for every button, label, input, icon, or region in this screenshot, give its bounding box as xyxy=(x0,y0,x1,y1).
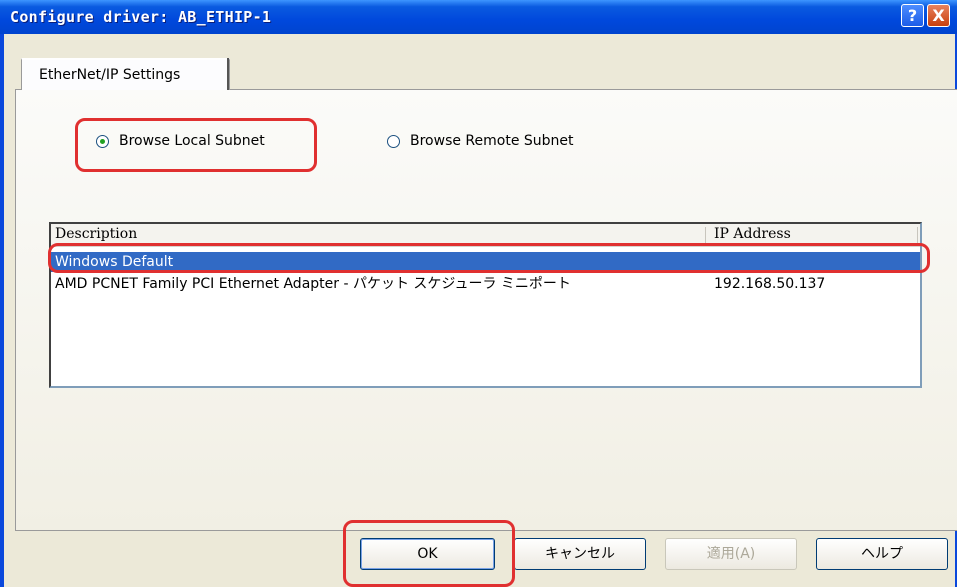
tab-divider xyxy=(227,58,229,90)
column-header-ip-address[interactable]: IP Address xyxy=(714,226,791,242)
radio-label-remote-subnet: Browse Remote Subnet xyxy=(410,133,574,149)
configure-driver-dialog: Configure driver: AB_ETHIP-1 ? X EtherNe… xyxy=(0,0,957,587)
radio-browse-remote-subnet[interactable]: Browse Remote Subnet xyxy=(387,133,574,149)
annotation-highlight-windows-default xyxy=(48,243,930,273)
list-item-amd-pcnet[interactable]: AMD PCNET Family PCI Ethernet Adapter - … xyxy=(51,274,920,294)
title-bar[interactable]: Configure driver: AB_ETHIP-1 ? X xyxy=(0,0,957,34)
help-button[interactable]: ヘルプ xyxy=(816,538,948,570)
column-header-description[interactable]: Description xyxy=(55,226,137,242)
cancel-button[interactable]: キャンセル xyxy=(514,538,646,570)
close-icon[interactable]: X xyxy=(927,4,950,27)
column-separator[interactable] xyxy=(705,227,706,244)
radio-button-unchecked-icon[interactable] xyxy=(387,134,400,148)
column-separator[interactable] xyxy=(917,227,918,244)
help-icon[interactable]: ? xyxy=(901,4,924,27)
annotation-highlight-ok-button xyxy=(343,520,515,587)
adapter-ip: 192.168.50.137 xyxy=(714,276,826,292)
tab-ethernet-ip-settings[interactable]: EtherNet/IP Settings xyxy=(21,58,230,90)
annotation-highlight-local-subnet xyxy=(75,118,317,172)
window-title: Configure driver: AB_ETHIP-1 xyxy=(10,8,272,26)
apply-button[interactable]: 適用(A) xyxy=(665,538,797,570)
adapter-description: AMD PCNET Family PCI Ethernet Adapter - … xyxy=(55,276,571,292)
